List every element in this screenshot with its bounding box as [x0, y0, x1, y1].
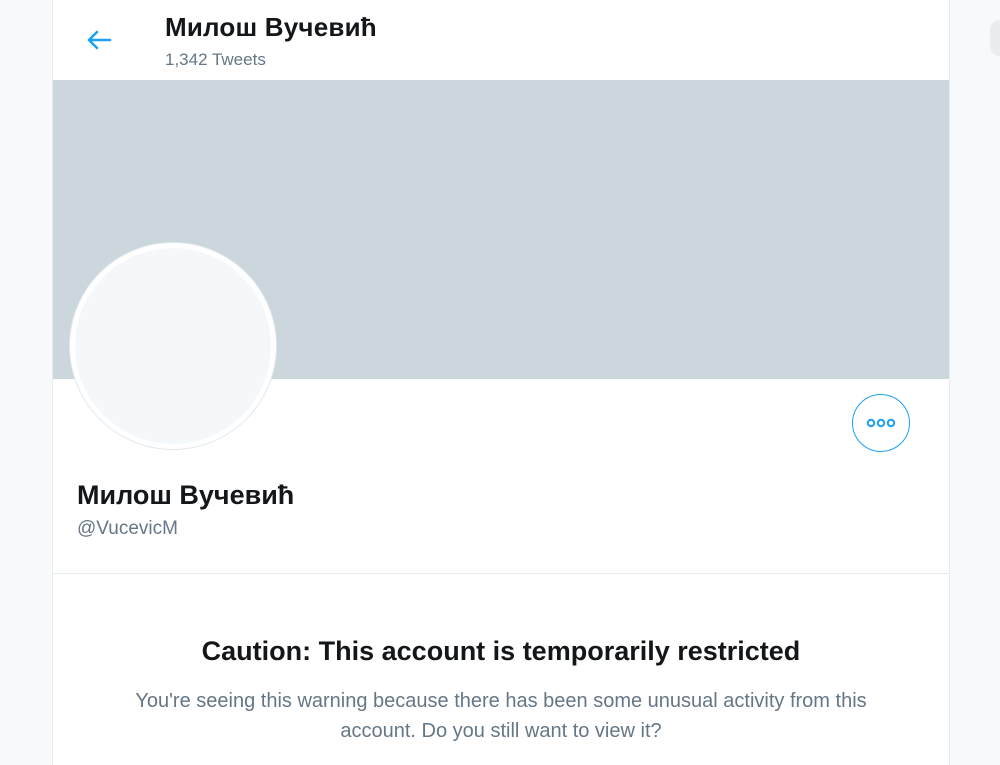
- warning-text: You're seeing this warning because there…: [53, 686, 949, 746]
- profile-header: Милош Вучевић 1,342 Tweets: [53, 0, 949, 80]
- warning-text-line: account. Do you still want to view it?: [340, 720, 662, 742]
- restriction-warning: Caution: This account is temporarily res…: [53, 574, 949, 765]
- profile-name: Милош Вучевић: [77, 480, 295, 510]
- warning-title: Caution: This account is temporarily res…: [201, 636, 801, 666]
- avatar[interactable]: [70, 243, 276, 449]
- back-arrow-icon: [87, 30, 112, 50]
- profile-handle: @VucevicM: [77, 518, 178, 539]
- more-options-icon: [866, 418, 896, 428]
- more-options-button[interactable]: [852, 394, 910, 452]
- profile-column: Милош Вучевић 1,342 Tweets Милош Вучевић…: [52, 0, 950, 765]
- tweet-count: 1,342 Tweets: [165, 50, 266, 69]
- search-box-edge[interactable]: [990, 20, 1000, 56]
- profile-page: Милош Вучевић 1,342 Tweets Милош Вучевић…: [0, 0, 1000, 765]
- header-title: Милош Вучевић: [165, 12, 377, 42]
- warning-text-line: You're seeing this warning because there…: [135, 690, 867, 712]
- back-button[interactable]: [83, 24, 115, 56]
